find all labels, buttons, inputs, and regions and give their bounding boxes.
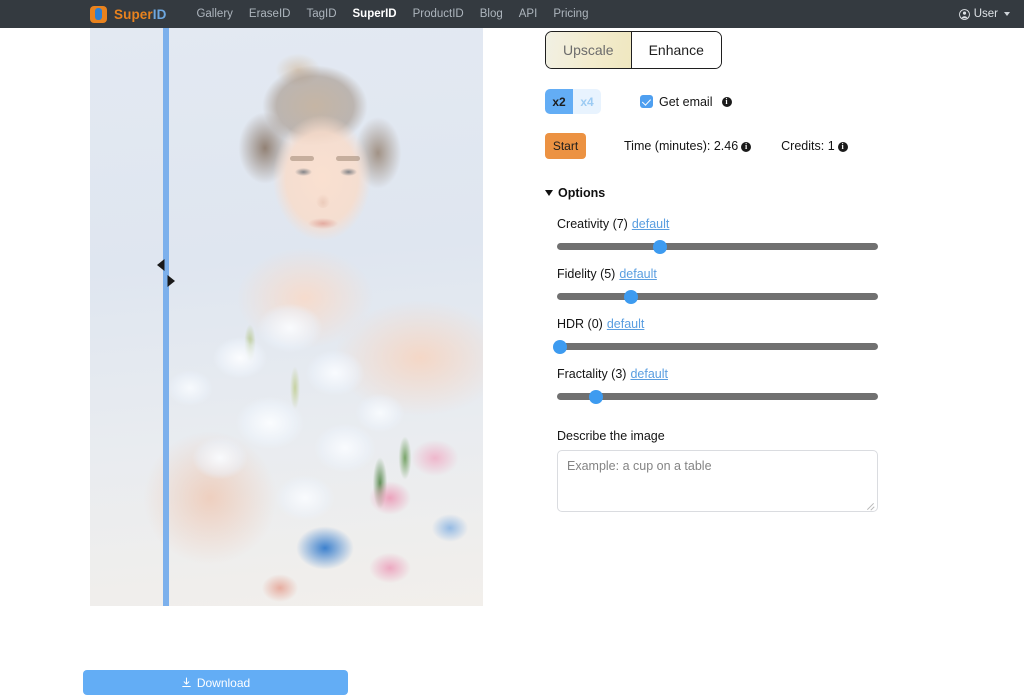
superid-logo-icon	[90, 6, 107, 23]
scale-and-email-row: x2 x4 Get email i	[545, 89, 945, 114]
get-email-group: Get email i	[640, 95, 732, 109]
slider-creativity: Creativity (7) default	[545, 215, 945, 250]
download-button[interactable]: Download	[83, 670, 348, 695]
mode-button-enhance[interactable]: Enhance	[632, 32, 721, 68]
slider-hdr-thumb[interactable]	[553, 340, 567, 354]
user-circle-icon	[959, 9, 970, 20]
image-compare-preview[interactable]	[90, 28, 483, 606]
slider-fidelity: Fidelity (5) default	[545, 265, 945, 300]
get-email-checkbox[interactable]	[640, 95, 653, 108]
slider-creativity-thumb[interactable]	[653, 240, 667, 254]
slider-fractality-default-link[interactable]: default	[630, 367, 668, 381]
slider-fractality-track[interactable]	[557, 393, 878, 400]
user-menu-label: User	[974, 8, 998, 20]
nav-link-superid[interactable]: SuperID	[345, 8, 405, 20]
describe-image-label: Describe the image	[545, 429, 945, 443]
slider-fidelity-track[interactable]	[557, 293, 878, 300]
mode-button-upscale[interactable]: Upscale	[546, 32, 632, 68]
decor-eye-right	[340, 168, 357, 176]
user-menu[interactable]: User	[959, 0, 1010, 28]
get-email-label: Get email	[659, 95, 713, 109]
slider-creativity-label: Creativity (7)	[557, 217, 628, 231]
download-button-label: Download	[197, 676, 250, 690]
describe-image-textarea[interactable]: Example: a cup on a table	[557, 450, 878, 512]
slider-hdr: HDR (0) default	[545, 315, 945, 350]
slider-fidelity-label: Fidelity (5)	[557, 267, 615, 281]
decor-eye-left	[295, 168, 312, 176]
credits-cost-label: Credits: 1	[781, 139, 835, 153]
decor-brow-left	[290, 156, 314, 161]
scale-button-x2[interactable]: x2	[545, 89, 573, 114]
nav-link-gallery[interactable]: Gallery	[188, 8, 240, 20]
slider-fractality-thumb[interactable]	[589, 390, 603, 404]
download-icon	[181, 677, 192, 688]
decor-brow-right	[336, 156, 360, 161]
brand-logo-link[interactable]: SuperID	[90, 6, 166, 23]
nav-link-api[interactable]: API	[511, 8, 546, 20]
options-title: Options	[558, 186, 605, 200]
brand-name: SuperID	[114, 7, 166, 22]
slider-hdr-label: HDR (0)	[557, 317, 603, 331]
time-estimate-label: Time (minutes): 2.46	[624, 139, 738, 153]
brand-name-part2: ID	[153, 7, 167, 22]
nav-link-pricing[interactable]: Pricing	[545, 8, 596, 20]
slider-fractality: Fractality (3) default	[545, 365, 945, 400]
credits-cost: Credits: 1i	[781, 139, 848, 153]
time-info-icon[interactable]: i	[741, 142, 751, 152]
slider-hdr-track[interactable]	[557, 343, 878, 350]
slider-creativity-default-link[interactable]: default	[632, 217, 670, 231]
decor-lips	[308, 218, 338, 229]
controls-panel: Upscale Enhance x2 x4 Get email i Start …	[545, 28, 945, 512]
scale-toggle-group: x2 x4	[545, 89, 601, 114]
preview-photo	[90, 28, 483, 606]
compare-slider-bar[interactable]	[163, 28, 169, 606]
decor-nose	[316, 194, 330, 208]
slider-creativity-track[interactable]	[557, 243, 878, 250]
get-email-info-icon[interactable]: i	[722, 97, 732, 107]
triangle-down-icon	[545, 190, 553, 196]
page-body: Download Upscale Enhance x2 x4 Get email…	[0, 28, 1024, 695]
chevron-down-icon	[1004, 12, 1010, 16]
nav-link-productid[interactable]: ProductID	[405, 8, 472, 20]
options-toggle[interactable]: Options	[545, 186, 945, 200]
slider-fractality-label: Fractality (3)	[557, 367, 626, 381]
textarea-resize-grip[interactable]	[866, 500, 875, 509]
start-button[interactable]: Start	[545, 133, 586, 159]
nav-link-tagid[interactable]: TagID	[298, 8, 344, 20]
nav-link-blog[interactable]: Blog	[472, 8, 511, 20]
left-right-arrows-icon	[153, 256, 179, 290]
time-estimate: Time (minutes): 2.46i	[624, 139, 751, 153]
brand-name-part1: Super	[114, 7, 153, 22]
slider-hdr-default-link[interactable]: default	[607, 317, 645, 331]
scale-button-x4[interactable]: x4	[573, 89, 601, 114]
describe-image-placeholder: Example: a cup on a table	[567, 459, 712, 473]
slider-fidelity-default-link[interactable]: default	[619, 267, 657, 281]
mode-toggle-group: Upscale Enhance	[545, 31, 722, 69]
slider-fidelity-thumb[interactable]	[624, 290, 638, 304]
main-nav: Gallery EraseID TagID SuperID ProductID …	[188, 8, 596, 20]
compare-slider-handle[interactable]	[162, 256, 170, 290]
nav-link-eraseid[interactable]: EraseID	[241, 8, 299, 20]
top-navbar: SuperID Gallery EraseID TagID SuperID Pr…	[0, 0, 1024, 28]
start-row: Start Time (minutes): 2.46i Credits: 1i	[545, 133, 945, 159]
credits-info-icon[interactable]: i	[838, 142, 848, 152]
